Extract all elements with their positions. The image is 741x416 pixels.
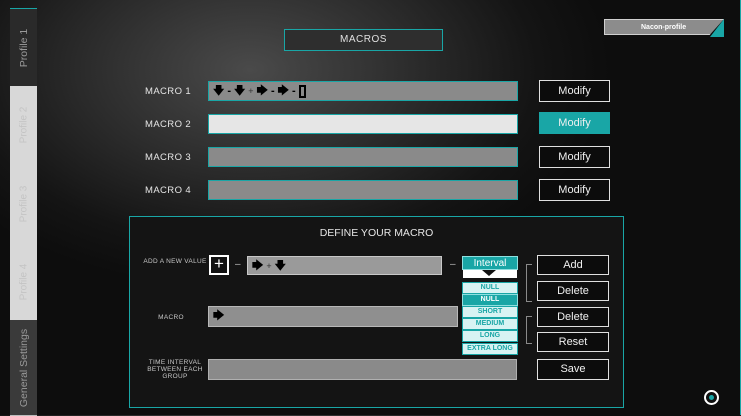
dash-separator: - (291, 85, 296, 97)
save-button[interactable]: Save (537, 359, 609, 380)
new-value-sequence-field[interactable]: 🡆 + 🡇 (247, 256, 442, 275)
macro-sequence-field[interactable]: 🡆 (208, 306, 458, 327)
arrow-right-icon: 🡆 (277, 84, 289, 97)
macro-3-label: MACRO 3 (145, 152, 192, 163)
arrow-down-icon: 🡇 (213, 84, 225, 97)
macro-4-modify-button[interactable]: Modify (539, 179, 610, 201)
macro-3-field[interactable] (208, 147, 518, 167)
add-value-plus-button[interactable]: + (209, 255, 229, 275)
macro-field-label: MACRO (158, 314, 184, 321)
delete-macro-button[interactable]: Delete (537, 307, 609, 327)
button-square-icon (298, 84, 306, 98)
interval-option-short[interactable]: SHORT (462, 306, 518, 318)
tab-profile-4-label: Profile 4 (18, 263, 29, 301)
tab-general-settings[interactable]: General Settings (10, 320, 37, 416)
interval-option-null-selected[interactable]: NULL (462, 294, 518, 306)
macro-1-sequence: 🡇 - 🡇 + 🡆 - 🡆 - (213, 82, 306, 100)
add-new-value-label: ADD A NEW VALUE (143, 258, 207, 265)
tab-profile-1-label: Profile 1 (17, 28, 30, 68)
macro-4-label: MACRO 4 (145, 185, 192, 196)
macro-1-field[interactable]: 🡇 - 🡇 + 🡆 - 🡆 - (208, 81, 518, 101)
add-delete-bracket (526, 264, 532, 302)
profile-sidebar: Profile 1 Profile 2 Profile 3 Profile 4 … (0, 0, 38, 416)
interval-option-null[interactable]: NULL (462, 282, 518, 294)
time-interval-field[interactable] (208, 359, 517, 380)
macro-2-label: MACRO 2 (145, 119, 192, 130)
tab-profile-3-label: Profile 3 (18, 185, 29, 223)
page-title: MACROS (284, 29, 443, 51)
reset-button[interactable]: Reset (537, 332, 609, 352)
arrow-down-icon: 🡇 (274, 259, 286, 272)
plus-separator: + (248, 86, 254, 96)
arrow-right-icon: 🡆 (256, 84, 268, 97)
connector-dash: – (235, 259, 241, 270)
chevron-down-icon (482, 270, 496, 276)
tab-general-settings-label: General Settings (17, 328, 30, 407)
tab-profile-1[interactable]: Profile 1 (10, 8, 37, 88)
macro-2-field[interactable] (208, 114, 518, 134)
profile-badge: Nacon-profile (604, 19, 724, 35)
arrow-down-icon: 🡇 (233, 84, 246, 97)
delete-value-button[interactable]: Delete (537, 281, 609, 301)
macro-2-modify-button[interactable]: Modify (539, 112, 610, 134)
macro-1-label: MACRO 1 (145, 86, 192, 97)
interval-option-extra-long[interactable]: EXTRA LONG (462, 343, 518, 355)
plus-separator: + (266, 261, 272, 271)
macro-1-modify-button[interactable]: Modify (539, 80, 610, 102)
connector-dash: – (450, 259, 456, 270)
arrow-right-icon: 🡆 (252, 259, 264, 272)
time-interval-label: TIME INTERVAL BETWEEN EACH GROUP (147, 359, 203, 380)
tab-profile-3[interactable]: Profile 3 (10, 164, 37, 245)
add-button[interactable]: Add (537, 255, 609, 275)
new-value-sequence: 🡆 + 🡇 (252, 257, 286, 275)
dropdown-caret[interactable] (463, 270, 517, 278)
macro-4-field[interactable] (208, 180, 518, 200)
tab-profile-4[interactable]: Profile 4 (10, 244, 37, 321)
macro-3-modify-button[interactable]: Modify (539, 146, 610, 168)
interval-option-medium[interactable]: MEDIUM (462, 318, 518, 330)
interval-dropdown[interactable]: Interval (462, 256, 518, 270)
tab-profile-2-label: Profile 2 (18, 106, 29, 144)
interval-option-long[interactable]: LONG (462, 330, 518, 342)
arrow-right-icon: 🡆 (213, 309, 225, 322)
macro-sequence: 🡆 (213, 307, 224, 325)
delete-reset-bracket (526, 316, 532, 344)
status-indicator-icon (704, 390, 719, 405)
status-dot (709, 395, 714, 400)
define-macro-title: DEFINE YOUR MACRO (319, 227, 434, 239)
dash-separator: - (227, 85, 231, 97)
tab-profile-2[interactable]: Profile 2 (10, 86, 37, 165)
dash-separator: - (270, 85, 275, 97)
